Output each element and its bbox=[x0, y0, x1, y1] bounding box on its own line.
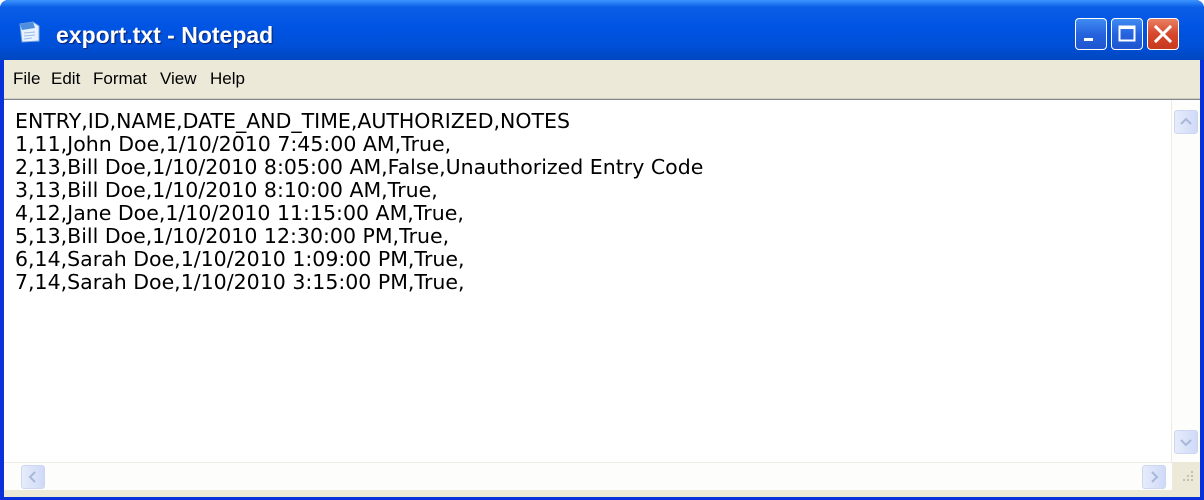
window-title: export.txt - Notepad bbox=[56, 22, 274, 48]
scroll-down-button[interactable] bbox=[1174, 430, 1198, 454]
chevron-up-icon bbox=[1180, 117, 1192, 125]
chevron-down-icon bbox=[1180, 439, 1192, 447]
notepad-window: export.txt - Notepad File Edit Format Vi… bbox=[0, 0, 1204, 500]
menu-bar: File Edit Format View Help bbox=[4, 60, 1200, 99]
text-line: 2,13,Bill Doe,1/10/2010 8:05:00 AM,False… bbox=[15, 155, 704, 179]
text-line: 1,11,John Doe,1/10/2010 7:45:00 AM,True, bbox=[15, 132, 452, 156]
chevron-left-icon bbox=[28, 471, 36, 483]
menu-help[interactable]: Help bbox=[210, 60, 245, 98]
minimize-button[interactable] bbox=[1075, 18, 1107, 50]
text-line: 7,14,Sarah Doe,1/10/2010 3:15:00 PM,True… bbox=[15, 270, 465, 294]
scroll-right-button[interactable] bbox=[1142, 465, 1166, 489]
text-line: 4,12,Jane Doe,1/10/2010 11:15:00 AM,True… bbox=[15, 201, 464, 225]
scroll-left-button[interactable] bbox=[21, 465, 45, 489]
scroll-up-button[interactable] bbox=[1174, 110, 1198, 134]
menu-format[interactable]: Format bbox=[93, 60, 147, 98]
notepad-icon[interactable] bbox=[18, 21, 42, 43]
text-line: 6,14,Sarah Doe,1/10/2010 1:09:00 PM,True… bbox=[15, 247, 465, 271]
title-bar[interactable]: export.txt - Notepad bbox=[0, 0, 1204, 60]
maximize-icon bbox=[1118, 25, 1136, 42]
editor-area[interactable]: ENTRY,ID,NAME,DATE_AND_TIME,AUTHORIZED,N… bbox=[4, 99, 1200, 497]
menu-edit[interactable]: Edit bbox=[51, 60, 80, 98]
close-button[interactable] bbox=[1147, 18, 1179, 50]
resize-grip[interactable] bbox=[1172, 462, 1200, 490]
bottom-frame bbox=[4, 490, 1200, 497]
text-line: 5,13,Bill Doe,1/10/2010 12:30:00 PM,True… bbox=[15, 224, 450, 248]
text-line: 3,13,Bill Doe,1/10/2010 8:10:00 AM,True, bbox=[15, 178, 438, 202]
chevron-right-icon bbox=[1151, 471, 1159, 483]
menu-view[interactable]: View bbox=[160, 60, 197, 98]
minimize-icon bbox=[1084, 38, 1093, 41]
close-icon bbox=[1153, 24, 1173, 44]
menu-file[interactable]: File bbox=[13, 60, 40, 98]
maximize-button[interactable] bbox=[1111, 18, 1143, 50]
horizontal-scrollbar[interactable] bbox=[4, 462, 1172, 491]
resize-grip-icon bbox=[1183, 471, 1193, 481]
text-content[interactable]: ENTRY,ID,NAME,DATE_AND_TIME,AUTHORIZED,N… bbox=[4, 100, 1172, 460]
text-line: ENTRY,ID,NAME,DATE_AND_TIME,AUTHORIZED,N… bbox=[15, 109, 570, 133]
vertical-scrollbar[interactable] bbox=[1171, 100, 1200, 462]
